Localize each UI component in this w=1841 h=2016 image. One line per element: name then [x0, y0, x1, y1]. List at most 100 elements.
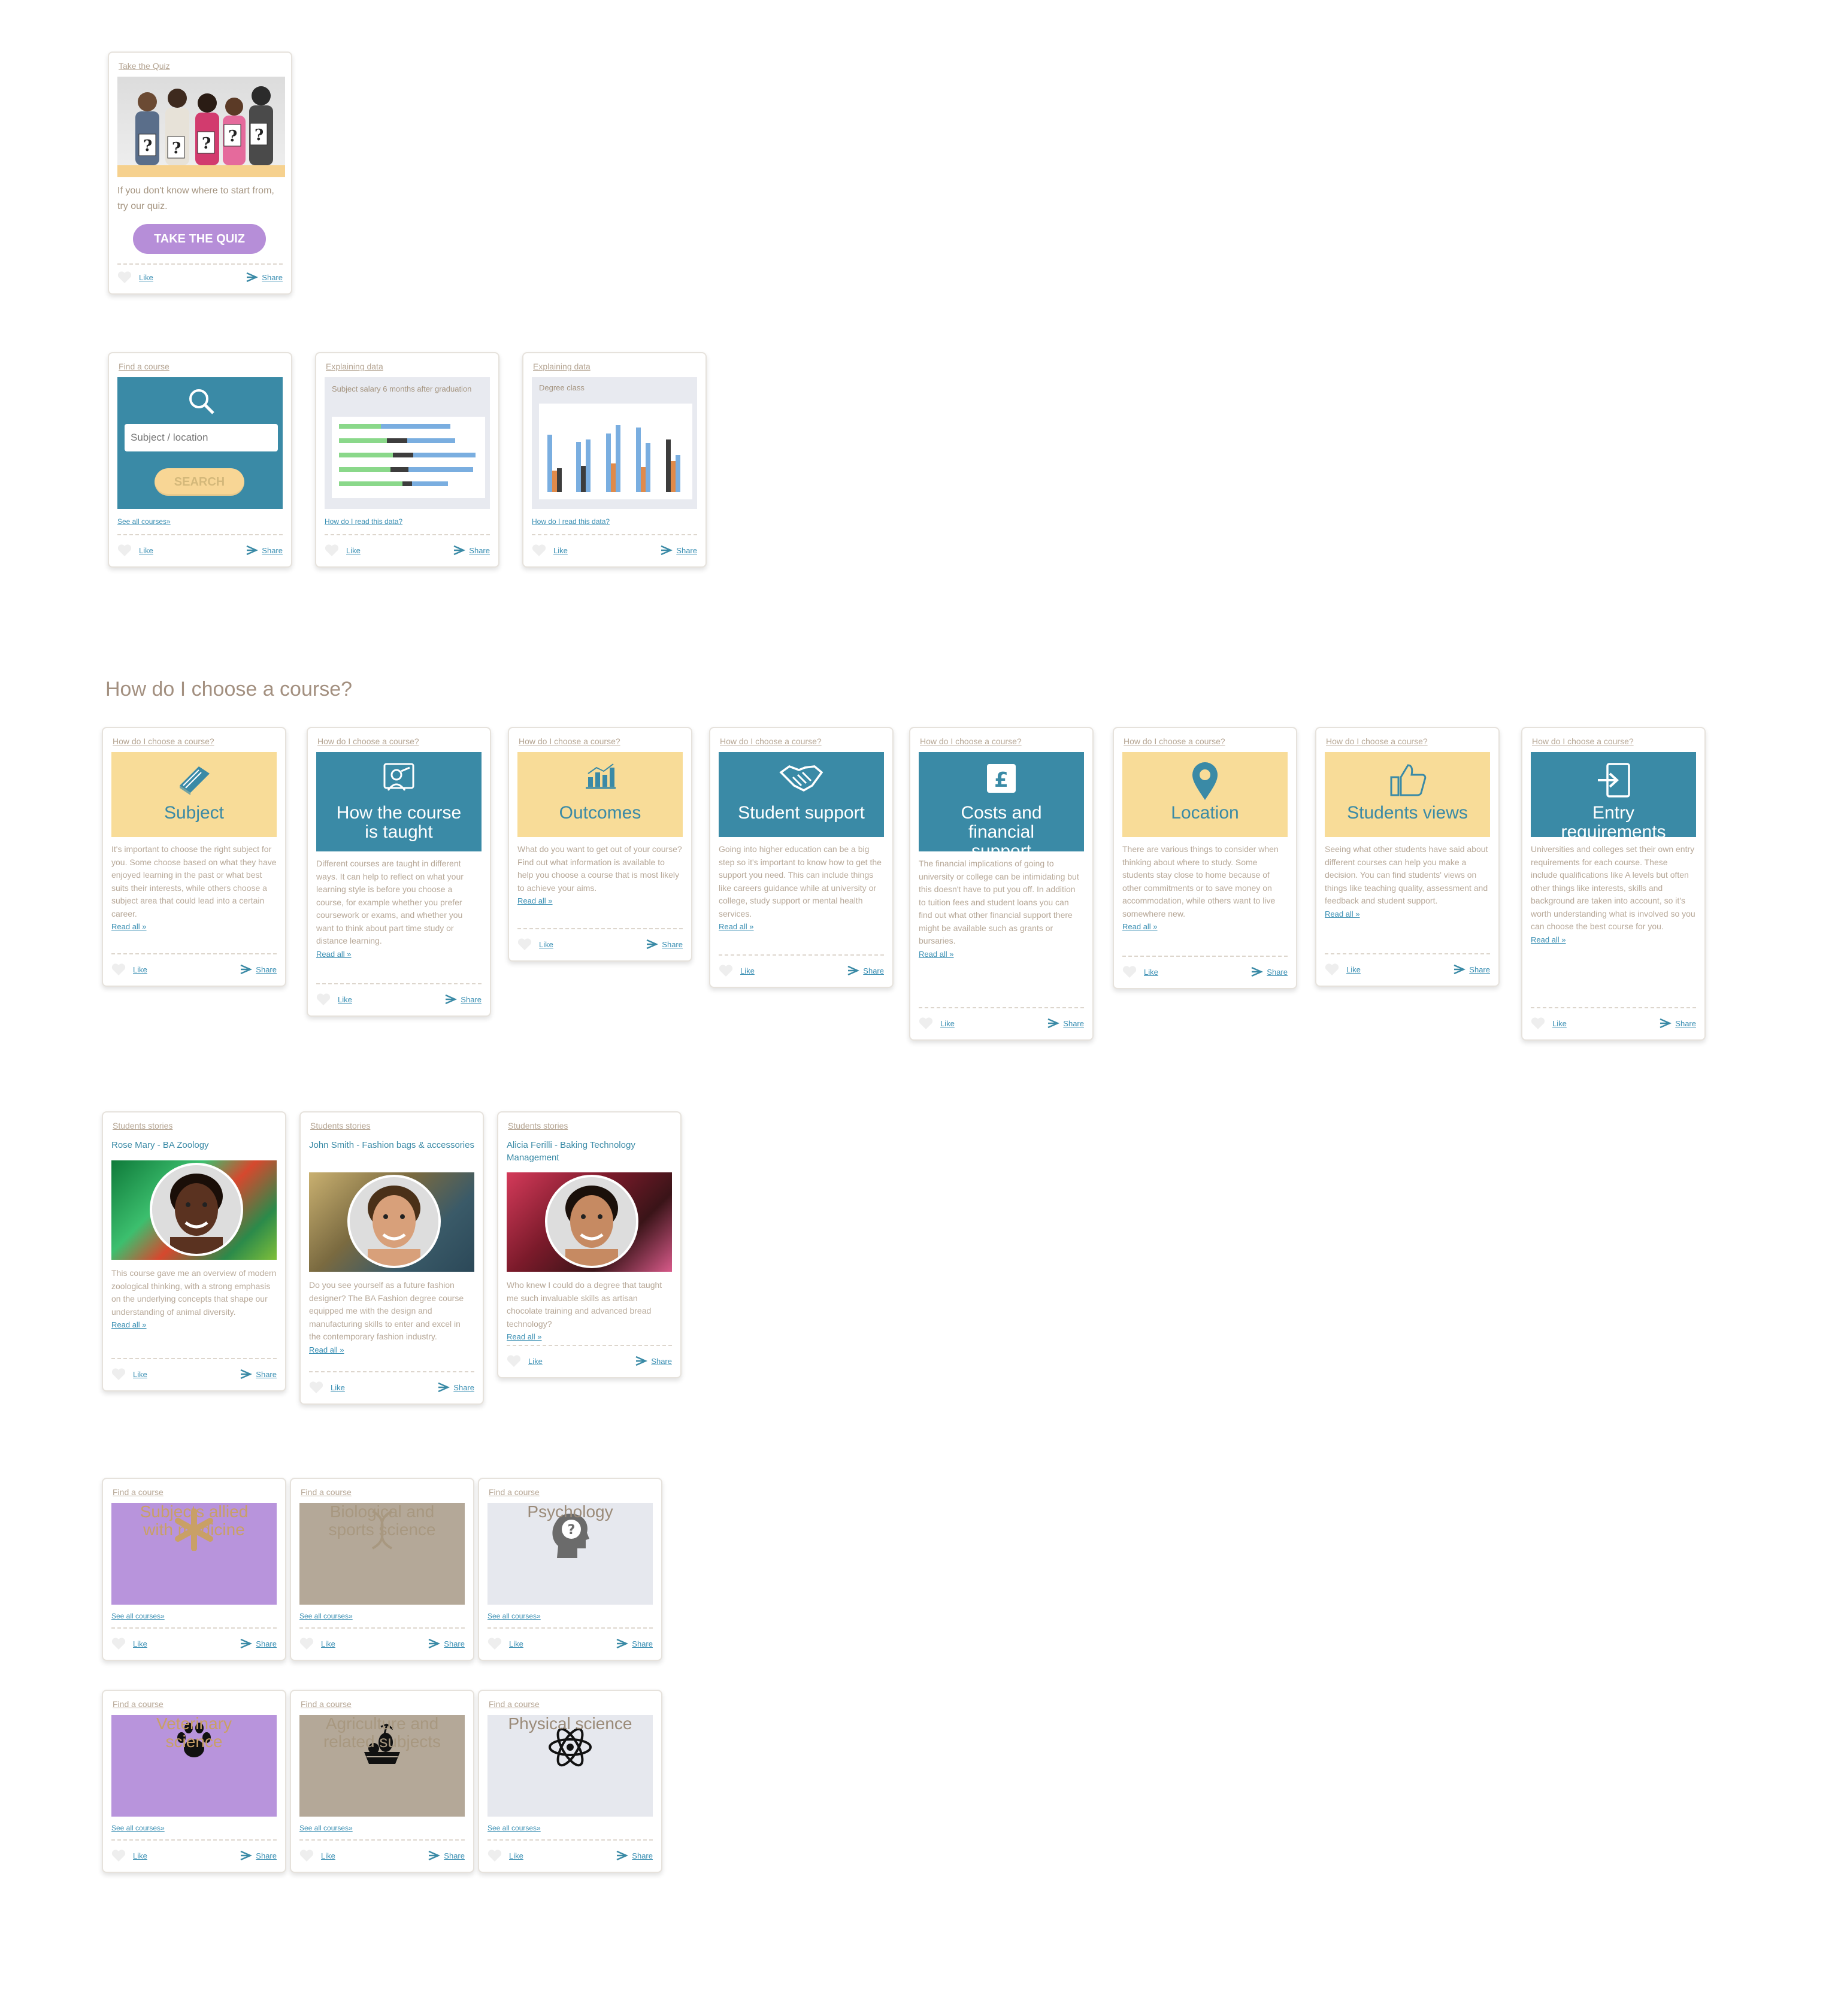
see-all-courses-link[interactable]: See all courses» [299, 1824, 353, 1832]
like-button[interactable]: Like [532, 544, 568, 557]
card-category[interactable]: Find a course [301, 1699, 352, 1709]
heart-icon [111, 963, 126, 975]
see-all-courses-link[interactable]: See all courses» [487, 1612, 541, 1620]
card-category[interactable]: Explaining data [326, 362, 383, 371]
read-all-link[interactable]: Read all » [719, 920, 884, 933]
story-photo [309, 1172, 474, 1272]
share-button[interactable]: Share [239, 1637, 277, 1650]
read-all-link[interactable]: Read all » [111, 920, 277, 933]
like-button[interactable]: Like [309, 1381, 345, 1394]
like-button[interactable]: Like [1122, 965, 1158, 978]
take-quiz-button[interactable]: TAKE THE QUIZ [133, 224, 266, 254]
share-button[interactable]: Share [444, 993, 482, 1006]
share-button[interactable]: Share [427, 1637, 465, 1650]
like-button[interactable]: Like [111, 963, 147, 976]
like-button[interactable]: Like [719, 964, 755, 977]
share-button[interactable]: Share [615, 1849, 653, 1862]
card-category[interactable]: Students stories [113, 1121, 172, 1130]
card-category[interactable]: How do I choose a course? [519, 736, 620, 746]
read-data-link[interactable]: How do I read this data? [532, 517, 610, 526]
card-category[interactable]: How do I choose a course? [113, 736, 214, 746]
read-data-link[interactable]: How do I read this data? [325, 517, 402, 526]
share-button[interactable]: Share [437, 1381, 474, 1394]
like-button[interactable]: Like [487, 1849, 523, 1862]
like-button[interactable]: Like [507, 1354, 543, 1368]
like-button[interactable]: Like [299, 1637, 335, 1650]
share-button[interactable]: Share [245, 544, 283, 557]
card-category[interactable]: How do I choose a course? [720, 736, 822, 746]
share-button[interactable]: Share [239, 1849, 277, 1862]
share-button[interactable]: Share [245, 271, 283, 284]
like-button[interactable]: Like [487, 1637, 523, 1650]
share-button[interactable]: Share [659, 544, 697, 557]
subject-card-biological-and-sports-science[interactable]: Find a course Biological and sports scie… [290, 1478, 474, 1661]
like-button[interactable]: Like [117, 271, 153, 284]
like-button[interactable]: Like [1325, 963, 1361, 976]
read-all-link[interactable]: Read all » [1531, 933, 1696, 947]
like-button[interactable]: Like [517, 938, 553, 951]
read-all-link[interactable]: Read all » [507, 1330, 672, 1344]
share-button[interactable]: Share [645, 938, 683, 951]
see-all-courses-link[interactable]: See all courses» [299, 1612, 353, 1620]
subject-card-psychology[interactable]: Find a course ? Psychology See all cours… [478, 1478, 662, 1661]
like-button[interactable]: Like [111, 1849, 147, 1862]
see-all-courses-link[interactable]: See all courses» [117, 517, 171, 526]
card-category[interactable]: Find a course [119, 362, 169, 371]
card-category[interactable]: Find a course [489, 1699, 540, 1709]
read-all-link[interactable]: Read all » [309, 1344, 474, 1357]
card-category[interactable]: Find a course [113, 1487, 163, 1497]
card-category[interactable]: Find a course [301, 1487, 352, 1497]
like-button[interactable]: Like [325, 544, 361, 557]
share-label: Share [469, 545, 490, 555]
card-category[interactable]: Find a course [489, 1487, 540, 1497]
card-category[interactable]: Find a course [113, 1699, 163, 1709]
search-input[interactable] [125, 424, 278, 451]
share-button[interactable]: Share [452, 544, 490, 557]
share-button[interactable]: Share [615, 1637, 653, 1650]
read-all-link[interactable]: Read all » [517, 895, 683, 908]
card-footer: Like Share [299, 1637, 465, 1655]
card-category[interactable]: Students stories [310, 1121, 370, 1130]
subject-card-veterinary-science[interactable]: Find a course Veterinary science See all… [102, 1690, 286, 1873]
share-button[interactable]: Share [1452, 963, 1490, 976]
share-button[interactable]: Share [1250, 965, 1288, 978]
read-all-link[interactable]: Read all » [111, 1318, 277, 1332]
card-category[interactable]: How do I choose a course? [317, 736, 419, 746]
like-label: Like [133, 965, 147, 974]
read-all-link[interactable]: Read all » [1122, 920, 1288, 933]
like-label: Like [139, 272, 153, 282]
card-category[interactable]: How do I choose a course? [920, 736, 1022, 746]
like-button[interactable]: Like [1531, 1017, 1567, 1030]
like-button[interactable]: Like [316, 993, 352, 1006]
share-button[interactable]: Share [1046, 1017, 1084, 1030]
card-category[interactable]: How do I choose a course? [1326, 736, 1428, 746]
subject-card-subjects-allied-with-medicine[interactable]: Find a course Subjects allied with medic… [102, 1478, 286, 1661]
like-button[interactable]: Like [117, 544, 153, 557]
share-label: Share [256, 1639, 277, 1648]
see-all-courses-link[interactable]: See all courses» [487, 1824, 541, 1832]
share-button[interactable]: Share [634, 1354, 672, 1368]
read-all-link[interactable]: Read all » [919, 948, 1084, 961]
card-category[interactable]: Take the Quiz [119, 61, 170, 71]
share-button[interactable]: Share [427, 1849, 465, 1862]
card-category[interactable]: How do I choose a course? [1124, 736, 1225, 746]
search-panel: SEARCH [117, 377, 283, 509]
like-button[interactable]: Like [919, 1017, 955, 1030]
like-button[interactable]: Like [111, 1637, 147, 1650]
card-category[interactable]: Explaining data [533, 362, 591, 371]
subject-card-physical-science[interactable]: Find a course Physical science See all c… [478, 1690, 662, 1873]
see-all-courses-link[interactable]: See all courses» [111, 1612, 165, 1620]
share-button[interactable]: Share [239, 1368, 277, 1381]
share-button[interactable]: Share [239, 963, 277, 976]
share-button[interactable]: Share [1658, 1017, 1696, 1030]
card-category[interactable]: Students stories [508, 1121, 568, 1130]
subject-card-agriculture-and-related-subjects[interactable]: Find a course Agriculture and related su… [290, 1690, 474, 1873]
like-button[interactable]: Like [111, 1368, 147, 1381]
like-button[interactable]: Like [299, 1849, 335, 1862]
see-all-courses-link[interactable]: See all courses» [111, 1824, 165, 1832]
share-button[interactable]: Share [846, 964, 884, 977]
read-all-link[interactable]: Read all » [1325, 908, 1490, 921]
card-category[interactable]: How do I choose a course? [1532, 736, 1634, 746]
read-all-link[interactable]: Read all » [316, 948, 482, 961]
search-button[interactable]: SEARCH [155, 468, 244, 496]
